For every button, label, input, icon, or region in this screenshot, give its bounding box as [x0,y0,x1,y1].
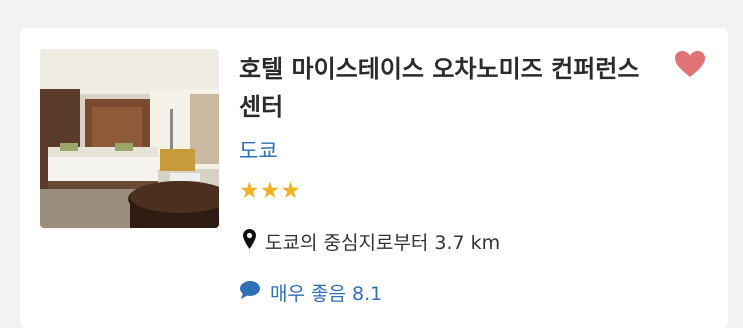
hotel-room-image [40,49,219,228]
star-rating: ★★★ [239,178,301,204]
location-link[interactable]: 도쿄 [239,138,278,164]
hotel-photo[interactable] [40,49,219,228]
speech-bubble-icon [240,280,260,304]
review-score[interactable]: 매우 좋음 8.1 [240,278,382,306]
review-text: 매우 좋음 8.1 [270,282,383,305]
distance-info: 도쿄의 중심지로부터 3.7 km [243,228,500,254]
favorite-button[interactable] [674,50,706,78]
heart-icon [675,51,705,77]
hotel-card[interactable]: 호텔 마이스테이스 오차노미즈 컨퍼런스 센터 도쿄 ★★★ 도쿄의 중심지로부… [20,28,728,328]
distance-text: 도쿄의 중심지로부터 3.7 km [265,231,501,254]
map-pin-icon [243,228,256,254]
hotel-title[interactable]: 호텔 마이스테이스 오차노미즈 컨퍼런스 센터 [239,50,659,126]
